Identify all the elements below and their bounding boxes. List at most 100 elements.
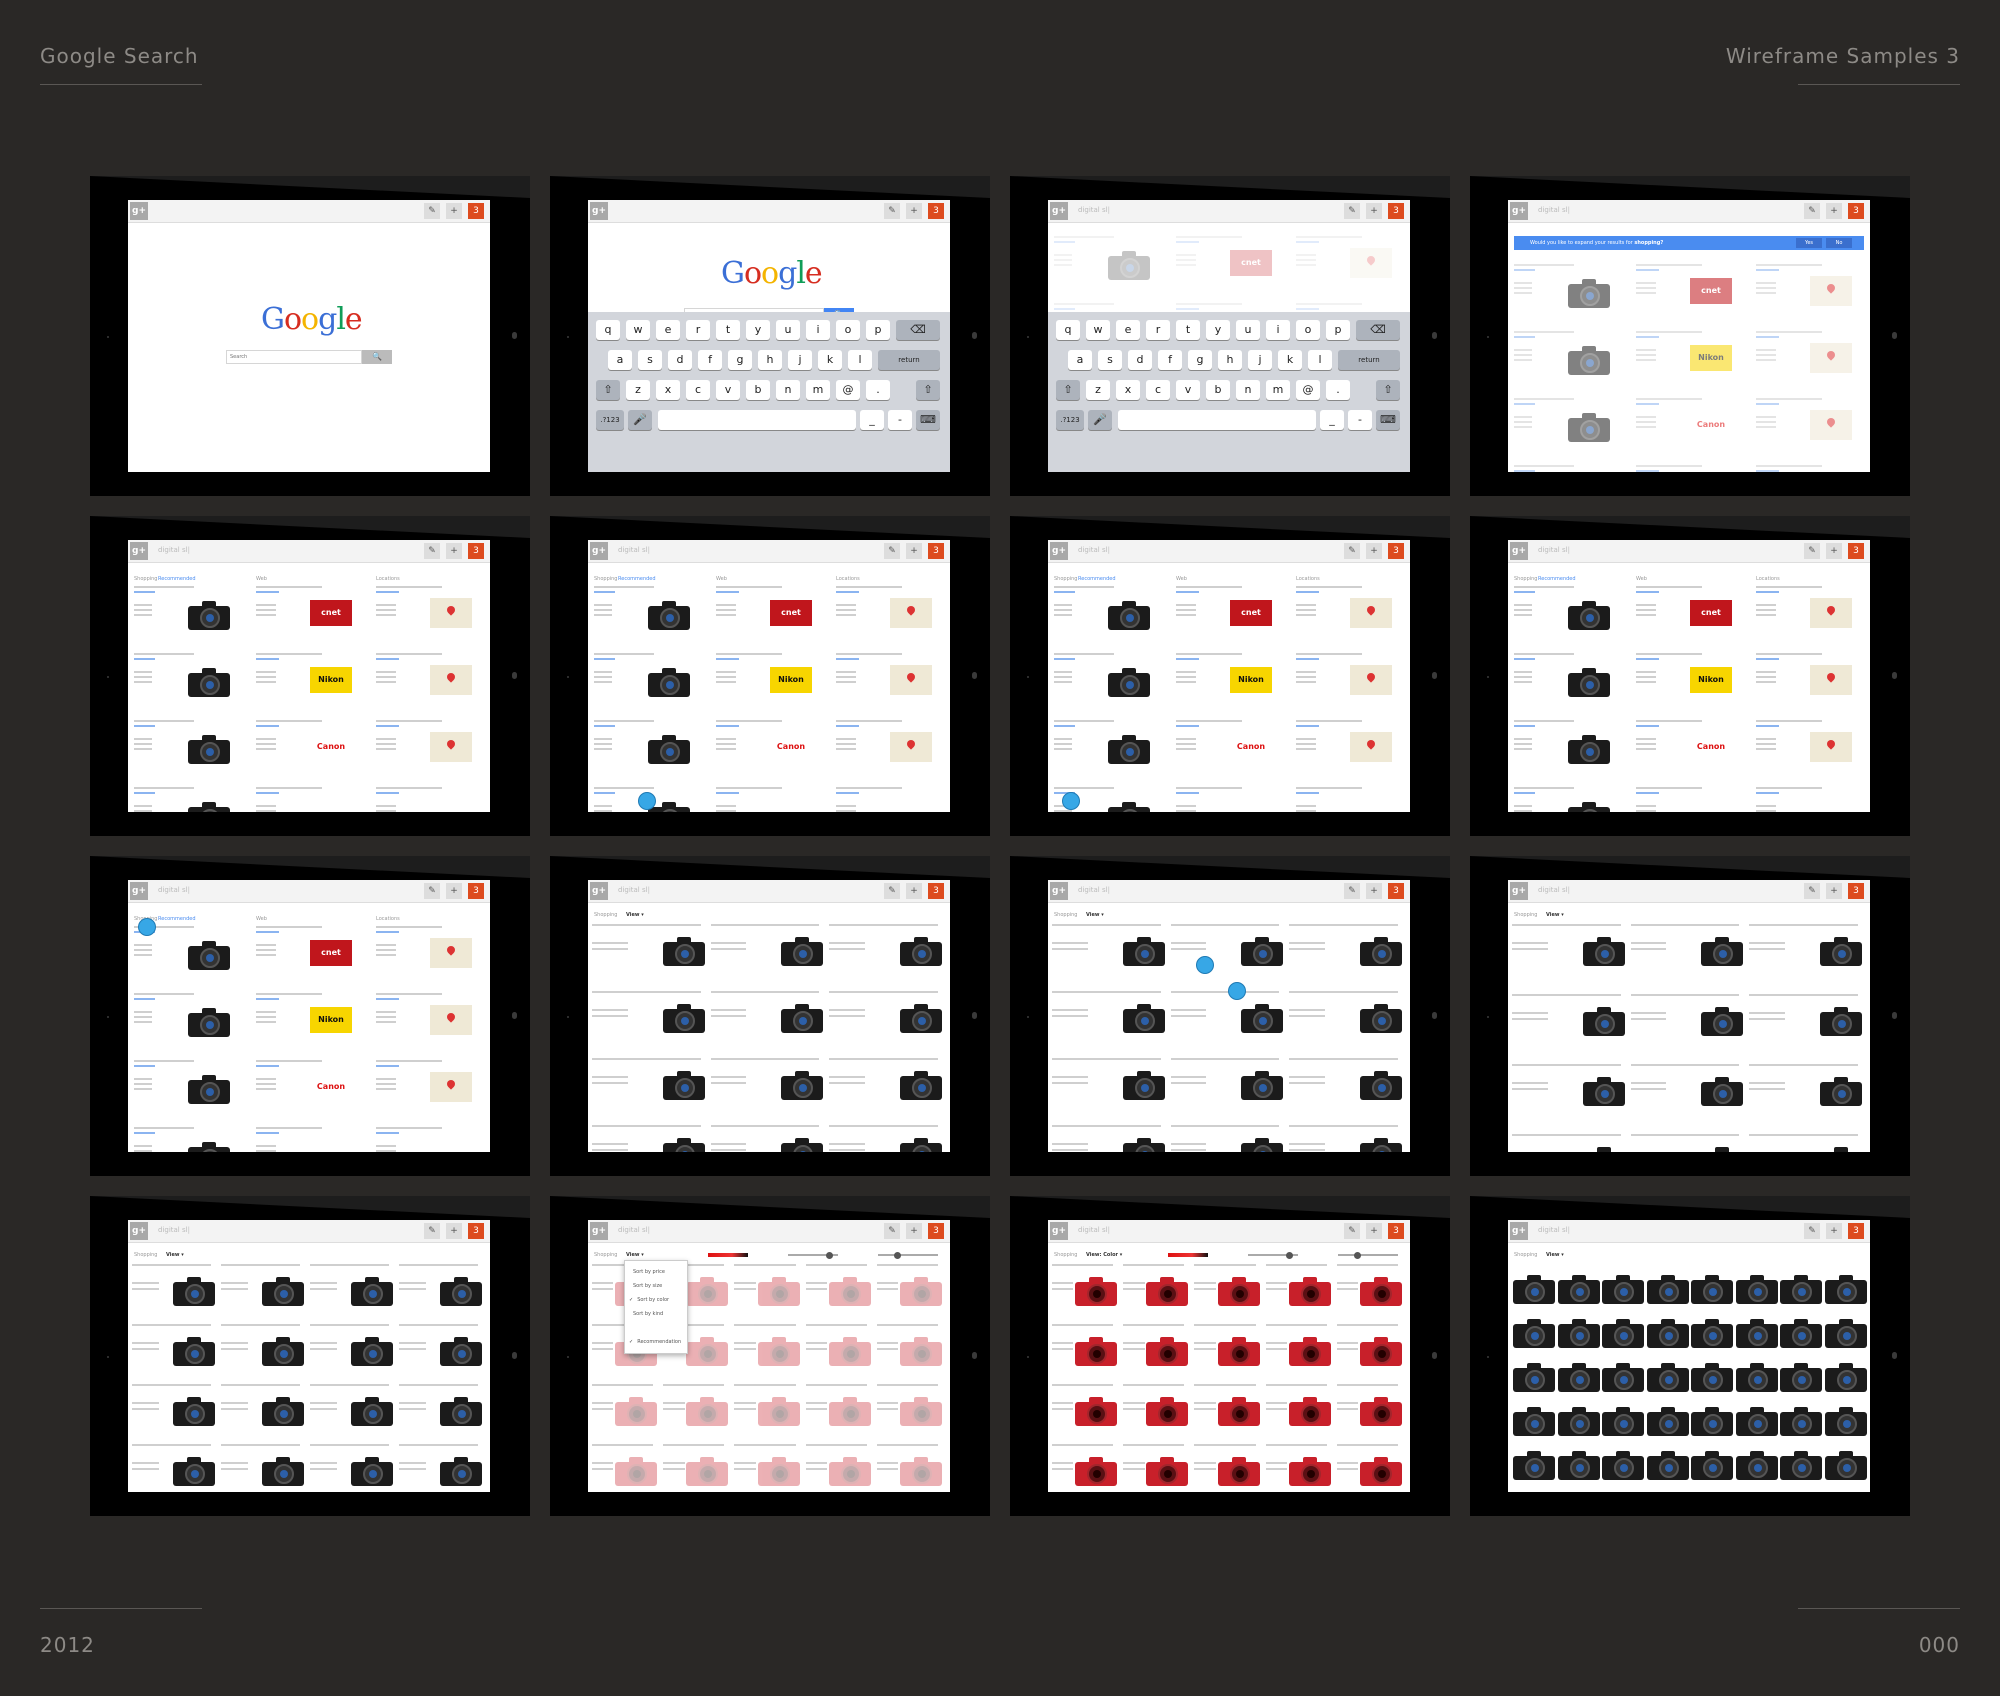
color-slider-band[interactable] [708, 1253, 748, 1257]
camera-icon[interactable] [1701, 1006, 1744, 1036]
camera-icon[interactable] [1122, 1137, 1165, 1152]
camera-icon[interactable] [1122, 1003, 1165, 1033]
view-dropdown[interactable]: View: Color ▾ [1086, 1252, 1122, 1258]
camera-icon[interactable] [1557, 1406, 1600, 1436]
notifications-badge[interactable]: 3 [928, 203, 944, 219]
camera-icon[interactable] [1122, 936, 1165, 966]
view-dropdown[interactable]: View ▾ [1546, 1252, 1564, 1258]
key-j[interactable]: j [1248, 350, 1272, 370]
key-m[interactable]: m [806, 380, 830, 400]
camera-icon[interactable] [757, 1456, 800, 1486]
key-w[interactable]: w [1086, 320, 1110, 340]
map-thumbnail[interactable] [890, 665, 932, 695]
search-button[interactable]: 🔍 [362, 350, 392, 364]
notifications-badge[interactable]: 3 [468, 1223, 484, 1239]
camera-icon[interactable] [1568, 734, 1610, 764]
shift-key[interactable]: ⇧ [596, 380, 620, 400]
google-plus-icon[interactable]: g+ [1050, 542, 1068, 560]
camera-icon[interactable] [1824, 1274, 1867, 1304]
key-x[interactable]: x [656, 380, 680, 400]
brand-logo[interactable]: Canon [1690, 412, 1732, 438]
search-query[interactable]: digital sl| [618, 1226, 650, 1234]
key-z[interactable]: z [626, 380, 650, 400]
section-recommended[interactable]: Recommended [158, 916, 196, 922]
key-f[interactable]: f [698, 350, 722, 370]
map-thumbnail[interactable] [430, 732, 472, 762]
plus-icon[interactable]: + [446, 543, 462, 559]
camera-icon[interactable] [1735, 1274, 1778, 1304]
camera-icon[interactable] [1701, 1146, 1743, 1152]
home-button[interactable] [972, 1352, 977, 1359]
google-plus-icon[interactable]: g+ [1050, 882, 1068, 900]
map-thumbnail[interactable] [1350, 598, 1392, 628]
home-button[interactable] [512, 1352, 517, 1359]
camera-icon[interactable] [1582, 1006, 1625, 1036]
view-dropdown[interactable]: View ▾ [626, 1252, 644, 1258]
camera-icon[interactable] [262, 1396, 304, 1426]
key-underscore[interactable]: _ [860, 410, 884, 430]
notifications-badge[interactable]: 3 [468, 203, 484, 219]
plus-icon[interactable]: + [906, 1223, 922, 1239]
search-query[interactable]: digital sl| [1078, 1226, 1110, 1234]
camera-icon[interactable] [900, 1276, 942, 1306]
key-underscore[interactable]: _ [1320, 410, 1344, 430]
map-thumbnail[interactable] [1350, 732, 1392, 762]
section-recommended[interactable]: Recommended [1538, 576, 1576, 582]
space-key[interactable] [1118, 410, 1316, 430]
price-slider[interactable] [1338, 1254, 1398, 1256]
pencil-icon[interactable]: ✎ [884, 543, 900, 559]
camera-icon[interactable] [686, 1456, 729, 1486]
view-dropdown[interactable]: View ▾ [1546, 912, 1564, 918]
map-thumbnail[interactable] [430, 1072, 472, 1102]
camera-icon[interactable] [1122, 1070, 1165, 1100]
brand-logo[interactable]: Canon [310, 734, 352, 760]
camera-icon[interactable] [781, 936, 824, 966]
map-thumbnail[interactable] [430, 665, 472, 695]
map-thumbnail[interactable] [1810, 598, 1852, 628]
pencil-icon[interactable]: ✎ [884, 1223, 900, 1239]
camera-icon[interactable] [440, 1456, 482, 1486]
sort-menu-item[interactable]: Sort by kind [629, 1311, 685, 1317]
yes-button[interactable]: Yes [1796, 238, 1822, 248]
sort-menu-item[interactable]: ✓ Recommendation [629, 1339, 685, 1345]
camera-icon[interactable] [188, 1074, 230, 1104]
plus-icon[interactable]: + [1826, 543, 1842, 559]
camera-icon[interactable] [1557, 1362, 1600, 1392]
map-thumbnail[interactable] [1810, 732, 1852, 762]
key-v[interactable]: v [716, 380, 740, 400]
key-w[interactable]: w [626, 320, 650, 340]
google-plus-icon[interactable]: g+ [1510, 882, 1528, 900]
key-e[interactable]: e [656, 320, 680, 340]
key-k[interactable]: k [818, 350, 842, 370]
camera-icon[interactable] [1735, 1450, 1778, 1480]
pencil-icon[interactable]: ✎ [1804, 1223, 1820, 1239]
notifications-badge[interactable]: 3 [1848, 883, 1864, 899]
camera-icon[interactable] [1360, 1396, 1402, 1426]
camera-icon[interactable] [1701, 1076, 1744, 1106]
brand-logo[interactable]: Canon [770, 734, 812, 760]
camera-icon[interactable] [1568, 278, 1610, 308]
key-@[interactable]: @ [1296, 380, 1320, 400]
camera-icon[interactable] [1075, 1336, 1118, 1366]
camera-icon[interactable] [1108, 801, 1150, 812]
brand-logo[interactable]: Nikon [1690, 667, 1732, 693]
key-.[interactable]: . [1326, 380, 1350, 400]
camera-icon[interactable] [686, 1396, 729, 1426]
section-recommended[interactable]: Recommended [1078, 576, 1116, 582]
notifications-badge[interactable]: 3 [1388, 883, 1404, 899]
camera-icon[interactable] [1241, 1070, 1284, 1100]
camera-icon[interactable] [781, 1070, 824, 1100]
camera-icon[interactable] [1513, 1450, 1556, 1480]
camera-icon[interactable] [1360, 1137, 1402, 1152]
key-b[interactable]: b [746, 380, 770, 400]
key-a[interactable]: a [608, 350, 632, 370]
pencil-icon[interactable]: ✎ [1344, 883, 1360, 899]
key-dash[interactable]: - [1348, 410, 1372, 430]
camera-icon[interactable] [1646, 1362, 1689, 1392]
sort-menu-item[interactable]: Sort by price [629, 1269, 685, 1275]
key-c[interactable]: c [686, 380, 710, 400]
camera-icon[interactable] [188, 940, 230, 970]
map-thumbnail[interactable] [430, 1005, 472, 1035]
brand-logo[interactable]: Nikon [1690, 345, 1732, 371]
notifications-badge[interactable]: 3 [1388, 543, 1404, 559]
